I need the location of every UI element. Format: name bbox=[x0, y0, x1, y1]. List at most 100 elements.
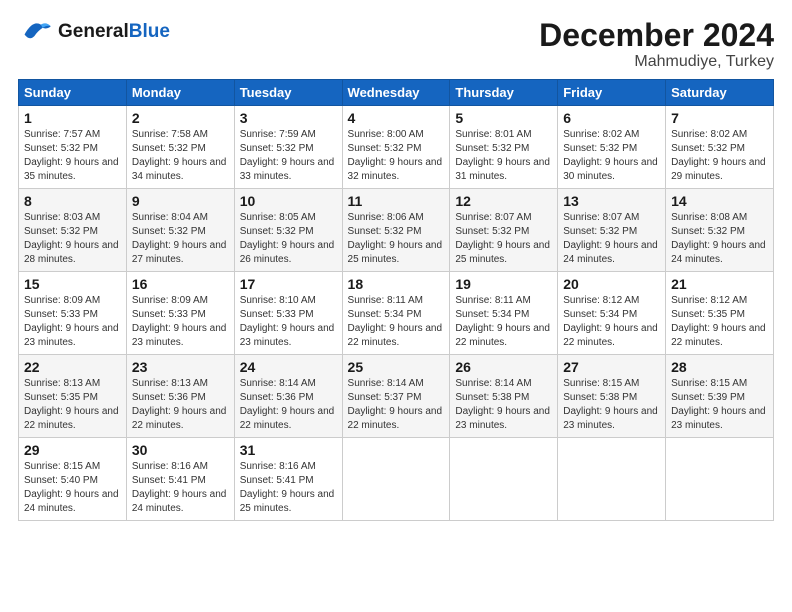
day-number: 14 bbox=[671, 193, 768, 209]
day-number: 21 bbox=[671, 276, 768, 292]
page: GeneralBlue December 2024 Mahmudiye, Tur… bbox=[0, 0, 792, 612]
day-info: Sunrise: 8:15 AMSunset: 5:38 PMDaylight:… bbox=[563, 378, 658, 431]
day-info: Sunrise: 8:03 AMSunset: 5:32 PMDaylight:… bbox=[24, 212, 119, 265]
header-thursday: Thursday bbox=[450, 80, 558, 106]
day-number: 6 bbox=[563, 110, 660, 126]
day-info: Sunrise: 8:12 AMSunset: 5:34 PMDaylight:… bbox=[563, 295, 658, 348]
header-row: SundayMondayTuesdayWednesdayThursdayFrid… bbox=[19, 80, 774, 106]
day-info: Sunrise: 8:08 AMSunset: 5:32 PMDaylight:… bbox=[671, 212, 766, 265]
day-cell: 4 Sunrise: 8:00 AMSunset: 5:32 PMDaylight… bbox=[342, 106, 450, 189]
day-cell bbox=[558, 438, 666, 521]
day-cell: 14 Sunrise: 8:08 AMSunset: 5:32 PMDayligh… bbox=[666, 189, 774, 272]
day-info: Sunrise: 8:01 AMSunset: 5:32 PMDaylight:… bbox=[455, 129, 550, 182]
day-cell: 16 Sunrise: 8:09 AMSunset: 5:33 PMDayligh… bbox=[126, 272, 234, 355]
day-cell: 19Sunrise: 8:11 AMSunset: 5:34 PMDayligh… bbox=[450, 272, 558, 355]
day-number: 8 bbox=[24, 193, 121, 209]
day-cell bbox=[342, 438, 450, 521]
day-cell: 25 Sunrise: 8:14 AMSunset: 5:37 PMDayligh… bbox=[342, 355, 450, 438]
day-cell: 7 Sunrise: 8:02 AMSunset: 5:32 PMDaylight… bbox=[666, 106, 774, 189]
day-info: Sunrise: 8:11 AMSunset: 5:34 PMDaylight:… bbox=[348, 295, 443, 348]
day-cell: 1 Sunrise: 7:57 AMSunset: 5:32 PMDaylight… bbox=[19, 106, 127, 189]
day-info: Sunrise: 8:02 AMSunset: 5:32 PMDaylight:… bbox=[671, 129, 766, 182]
day-number: 24 bbox=[240, 359, 337, 375]
day-cell: 17 Sunrise: 8:10 AMSunset: 5:33 PMDayligh… bbox=[234, 272, 342, 355]
day-number: 12 bbox=[455, 193, 552, 209]
logo-text: GeneralBlue bbox=[58, 22, 170, 43]
calendar-table: SundayMondayTuesdayWednesdayThursdayFrid… bbox=[18, 79, 774, 521]
day-info: Sunrise: 8:12 AMSunset: 5:35 PMDaylight:… bbox=[671, 295, 766, 348]
day-number: 1 bbox=[24, 110, 121, 126]
day-info: Sunrise: 8:16 AMSunset: 5:41 PMDaylight:… bbox=[132, 461, 227, 514]
day-info: Sunrise: 8:09 AMSunset: 5:33 PMDaylight:… bbox=[24, 295, 119, 348]
day-number: 23 bbox=[132, 359, 229, 375]
day-info: Sunrise: 8:00 AMSunset: 5:32 PMDaylight:… bbox=[348, 129, 443, 182]
day-number: 29 bbox=[24, 442, 121, 458]
day-cell: 5 Sunrise: 8:01 AMSunset: 5:32 PMDaylight… bbox=[450, 106, 558, 189]
day-cell: 26 Sunrise: 8:14 AMSunset: 5:38 PMDayligh… bbox=[450, 355, 558, 438]
day-number: 26 bbox=[455, 359, 552, 375]
day-info: Sunrise: 8:13 AMSunset: 5:35 PMDaylight:… bbox=[24, 378, 119, 431]
day-cell: 18Sunrise: 8:11 AMSunset: 5:34 PMDayligh… bbox=[342, 272, 450, 355]
day-info: Sunrise: 7:58 AMSunset: 5:32 PMDaylight:… bbox=[132, 129, 227, 182]
header-monday: Monday bbox=[126, 80, 234, 106]
day-cell: 21 Sunrise: 8:12 AMSunset: 5:35 PMDayligh… bbox=[666, 272, 774, 355]
week-row-0: 1 Sunrise: 7:57 AMSunset: 5:32 PMDaylight… bbox=[19, 106, 774, 189]
header-saturday: Saturday bbox=[666, 80, 774, 106]
day-info: Sunrise: 8:14 AMSunset: 5:37 PMDaylight:… bbox=[348, 378, 443, 431]
day-info: Sunrise: 8:15 AMSunset: 5:39 PMDaylight:… bbox=[671, 378, 766, 431]
week-row-2: 15 Sunrise: 8:09 AMSunset: 5:33 PMDayligh… bbox=[19, 272, 774, 355]
day-number: 7 bbox=[671, 110, 768, 126]
day-cell: 2 Sunrise: 7:58 AMSunset: 5:32 PMDaylight… bbox=[126, 106, 234, 189]
day-cell: 13Sunrise: 8:07 AMSunset: 5:32 PMDayligh… bbox=[558, 189, 666, 272]
day-cell: 28 Sunrise: 8:15 AMSunset: 5:39 PMDayligh… bbox=[666, 355, 774, 438]
day-info: Sunrise: 8:11 AMSunset: 5:34 PMDaylight:… bbox=[455, 295, 550, 348]
title-block: December 2024 Mahmudiye, Turkey bbox=[539, 18, 774, 71]
day-number: 11 bbox=[348, 193, 445, 209]
day-number: 15 bbox=[24, 276, 121, 292]
header: GeneralBlue December 2024 Mahmudiye, Tur… bbox=[18, 18, 774, 71]
day-cell: 20 Sunrise: 8:12 AMSunset: 5:34 PMDayligh… bbox=[558, 272, 666, 355]
day-number: 9 bbox=[132, 193, 229, 209]
day-number: 28 bbox=[671, 359, 768, 375]
day-number: 16 bbox=[132, 276, 229, 292]
day-number: 17 bbox=[240, 276, 337, 292]
header-sunday: Sunday bbox=[19, 80, 127, 106]
day-info: Sunrise: 7:59 AMSunset: 5:32 PMDaylight:… bbox=[240, 129, 335, 182]
day-cell: 27 Sunrise: 8:15 AMSunset: 5:38 PMDayligh… bbox=[558, 355, 666, 438]
week-row-4: 29Sunrise: 8:15 AMSunset: 5:40 PMDayligh… bbox=[19, 438, 774, 521]
day-cell: 30Sunrise: 8:16 AMSunset: 5:41 PMDayligh… bbox=[126, 438, 234, 521]
day-cell bbox=[450, 438, 558, 521]
day-info: Sunrise: 8:04 AMSunset: 5:32 PMDaylight:… bbox=[132, 212, 227, 265]
day-info: Sunrise: 8:05 AMSunset: 5:32 PMDaylight:… bbox=[240, 212, 335, 265]
day-number: 25 bbox=[348, 359, 445, 375]
day-number: 4 bbox=[348, 110, 445, 126]
day-cell: 24Sunrise: 8:14 AMSunset: 5:36 PMDayligh… bbox=[234, 355, 342, 438]
day-cell bbox=[666, 438, 774, 521]
day-number: 3 bbox=[240, 110, 337, 126]
day-number: 20 bbox=[563, 276, 660, 292]
day-cell: 6Sunrise: 8:02 AMSunset: 5:32 PMDaylight… bbox=[558, 106, 666, 189]
day-info: Sunrise: 8:09 AMSunset: 5:33 PMDaylight:… bbox=[132, 295, 227, 348]
week-row-1: 8 Sunrise: 8:03 AMSunset: 5:32 PMDaylight… bbox=[19, 189, 774, 272]
day-number: 2 bbox=[132, 110, 229, 126]
day-cell: 9 Sunrise: 8:04 AMSunset: 5:32 PMDaylight… bbox=[126, 189, 234, 272]
day-cell: 11 Sunrise: 8:06 AMSunset: 5:32 PMDayligh… bbox=[342, 189, 450, 272]
day-cell: 3 Sunrise: 7:59 AMSunset: 5:32 PMDaylight… bbox=[234, 106, 342, 189]
day-number: 5 bbox=[455, 110, 552, 126]
day-info: Sunrise: 7:57 AMSunset: 5:32 PMDaylight:… bbox=[24, 129, 119, 182]
header-friday: Friday bbox=[558, 80, 666, 106]
day-info: Sunrise: 8:07 AMSunset: 5:32 PMDaylight:… bbox=[455, 212, 550, 265]
day-cell: 22Sunrise: 8:13 AMSunset: 5:35 PMDayligh… bbox=[19, 355, 127, 438]
day-cell: 12 Sunrise: 8:07 AMSunset: 5:32 PMDayligh… bbox=[450, 189, 558, 272]
day-cell: 23Sunrise: 8:13 AMSunset: 5:36 PMDayligh… bbox=[126, 355, 234, 438]
header-tuesday: Tuesday bbox=[234, 80, 342, 106]
day-info: Sunrise: 8:07 AMSunset: 5:32 PMDaylight:… bbox=[563, 212, 658, 265]
subtitle: Mahmudiye, Turkey bbox=[539, 53, 774, 71]
day-info: Sunrise: 8:06 AMSunset: 5:32 PMDaylight:… bbox=[348, 212, 443, 265]
day-info: Sunrise: 8:10 AMSunset: 5:33 PMDaylight:… bbox=[240, 295, 335, 348]
day-info: Sunrise: 8:14 AMSunset: 5:38 PMDaylight:… bbox=[455, 378, 550, 431]
day-number: 10 bbox=[240, 193, 337, 209]
day-number: 27 bbox=[563, 359, 660, 375]
header-wednesday: Wednesday bbox=[342, 80, 450, 106]
day-number: 31 bbox=[240, 442, 337, 458]
